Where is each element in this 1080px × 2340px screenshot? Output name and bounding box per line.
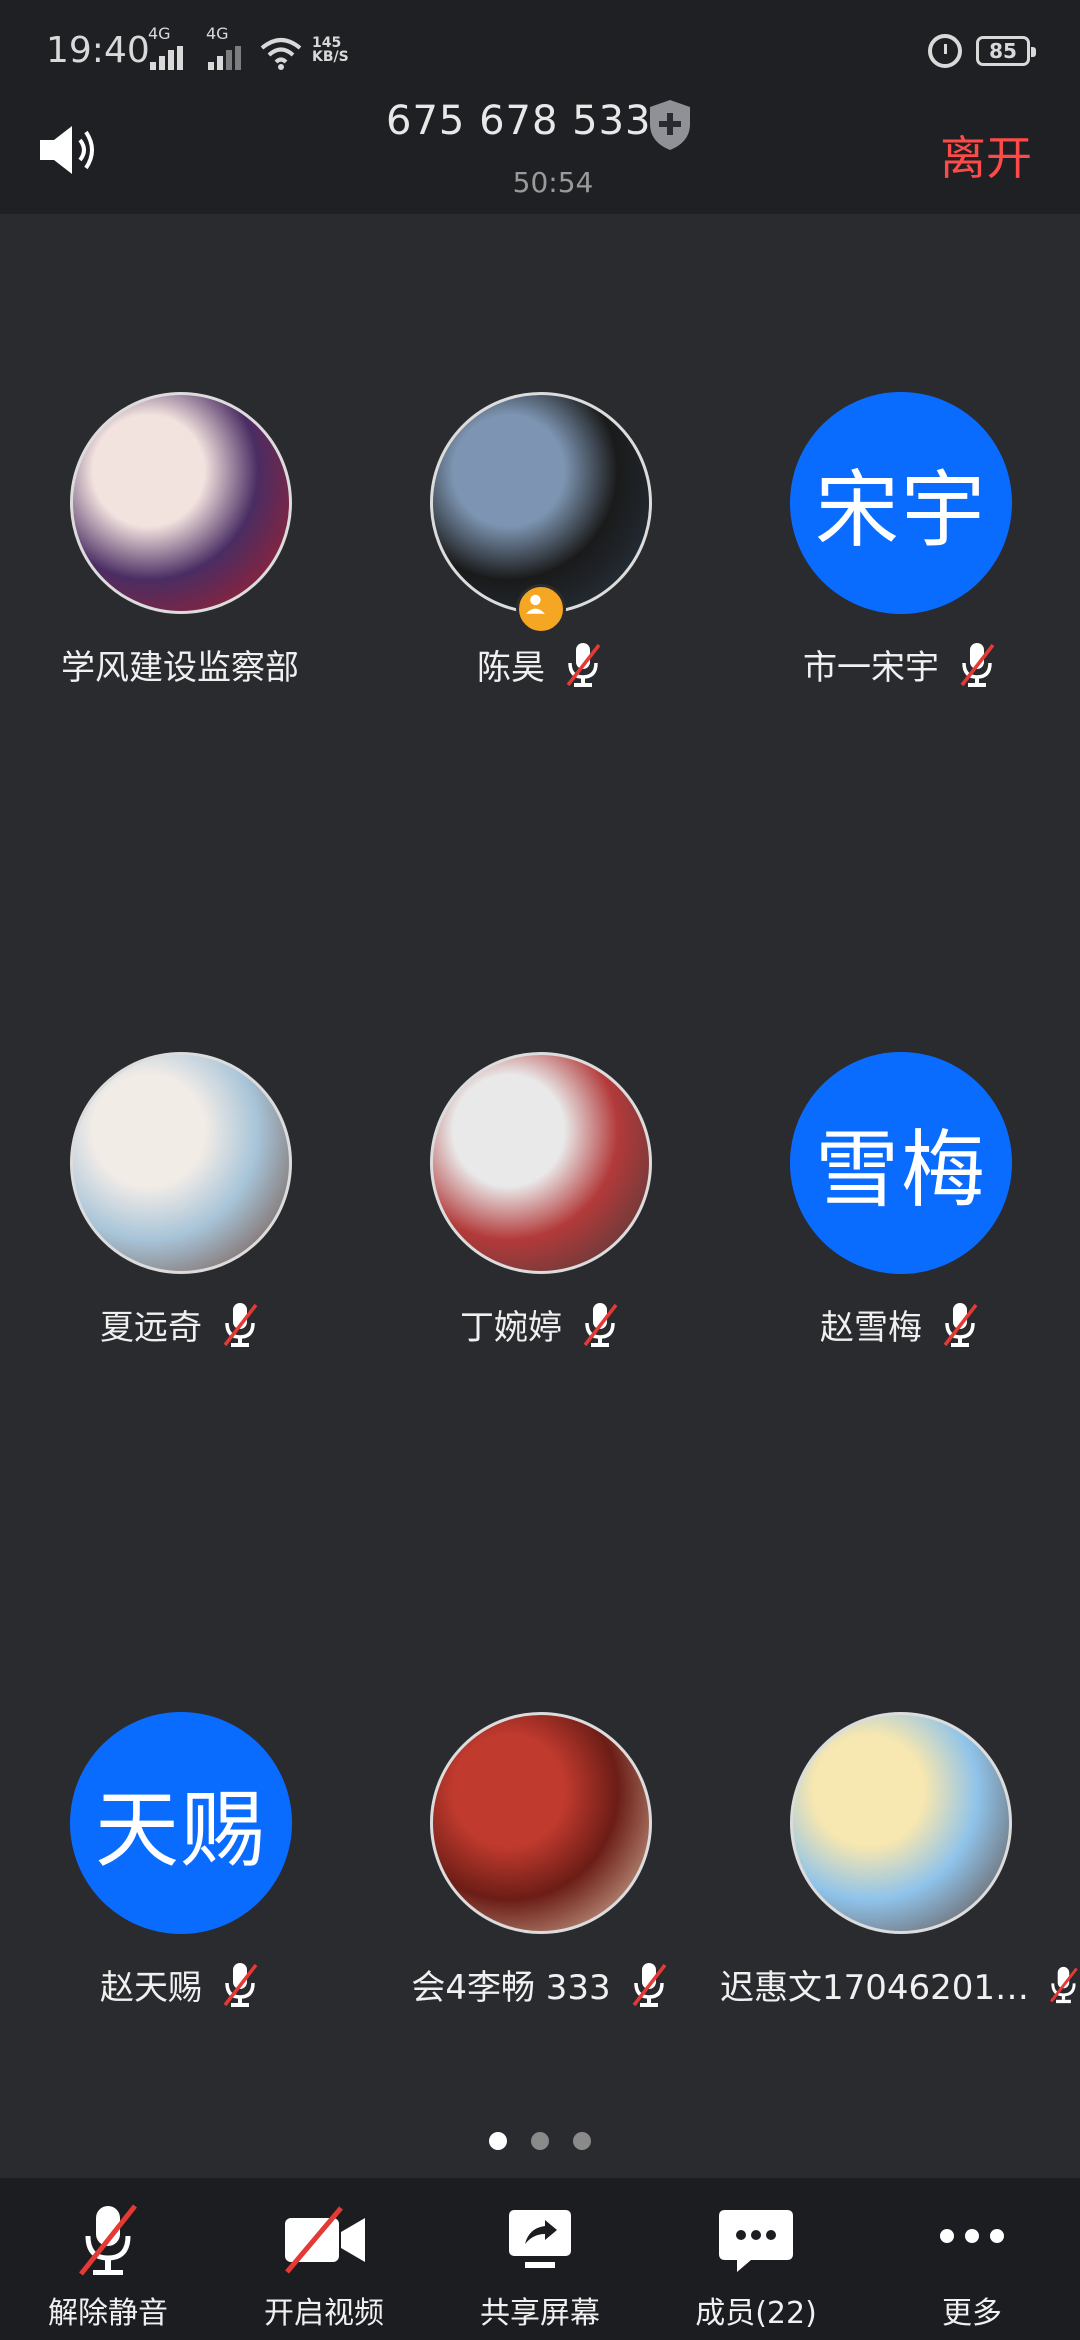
mic-muted-icon xyxy=(583,1302,618,1347)
signal-icon xyxy=(208,46,241,70)
participant-name-row: 丁婉婷 xyxy=(360,1300,720,1349)
meeting-id[interactable]: 675 678 533 xyxy=(386,98,651,144)
start-video-button[interactable]: 开启视频 xyxy=(216,2178,432,2340)
participant-name: 市一宋宇 xyxy=(803,648,939,688)
speed-unit: KB/S xyxy=(312,49,349,65)
participant-tile[interactable]: 天赐赵天赐 xyxy=(0,1712,360,2042)
participant-name: 迟惠文17046201… xyxy=(720,1968,1030,2008)
participant-name: 陈昊 xyxy=(477,648,545,688)
mic-muted-icon xyxy=(566,642,601,687)
participant-tile[interactable]: 学风建设监察部 xyxy=(0,392,360,722)
participant-name: 丁婉婷 xyxy=(460,1308,562,1348)
unmute-label: 解除静音 xyxy=(48,2296,168,2331)
avatar[interactable] xyxy=(790,1712,1012,1934)
participant-name-row: 赵雪梅 xyxy=(720,1300,1080,1349)
mic-muted-icon xyxy=(960,642,995,687)
network-speed: 145 KB/S xyxy=(312,36,349,64)
mic-muted-icon xyxy=(943,1302,978,1347)
participant-name: 赵雪梅 xyxy=(820,1308,922,1348)
participant-tile[interactable]: 夏远奇 xyxy=(0,1052,360,1382)
meeting-header: 675 678 533 50:54 离开 xyxy=(0,84,1080,214)
avatar[interactable]: 宋宇 xyxy=(790,392,1012,614)
mic-muted-icon xyxy=(1050,1966,1078,2003)
network-type-2: 4G xyxy=(206,24,229,43)
participant-name-row: 市一宋宇 xyxy=(720,640,1080,689)
members-label: 成员(22) xyxy=(695,2296,817,2331)
mic-muted-icon xyxy=(79,2204,137,2276)
avatar[interactable]: 天赐 xyxy=(70,1712,292,1934)
participant-name: 会4李畅 333 xyxy=(411,1968,611,2008)
participant-tile[interactable]: 会4李畅 333 xyxy=(360,1712,720,2042)
video-off-icon xyxy=(285,2206,365,2274)
page-dot[interactable] xyxy=(573,2132,591,2150)
leave-button[interactable]: 离开 xyxy=(940,122,1032,188)
alarm-icon xyxy=(928,34,962,68)
more-button[interactable]: 更多 xyxy=(864,2178,1080,2340)
status-time: 19:40 xyxy=(46,30,150,71)
avatar[interactable]: 雪梅 xyxy=(790,1052,1012,1274)
participant-name-row: 学风建设监察部 xyxy=(0,640,360,689)
avatar[interactable] xyxy=(70,392,292,614)
more-dots-icon xyxy=(940,2229,1004,2243)
status-bar: 19:40 4G 4G 145 KB/S 85 xyxy=(0,0,1080,84)
share-screen-icon xyxy=(509,2210,571,2268)
participant-name: 学风建设监察部 xyxy=(61,648,299,688)
share-screen-button[interactable]: 共享屏幕 xyxy=(432,2178,648,2340)
chat-members-icon xyxy=(719,2210,793,2272)
participant-name-row: 会4李畅 333 xyxy=(360,1960,720,2009)
participant-name-row: 夏远奇 xyxy=(0,1300,360,1349)
bottom-toolbar: 解除静音 开启视频 共享屏幕 成员(22) 更多 xyxy=(0,2178,1080,2340)
mic-muted-icon xyxy=(223,1302,258,1347)
more-label: 更多 xyxy=(942,2296,1002,2331)
participant-name: 赵天赐 xyxy=(100,1968,202,2008)
participant-name-row: 迟惠文17046201… xyxy=(720,1960,1080,2009)
signal-icon xyxy=(150,46,183,70)
start-video-label: 开启视频 xyxy=(264,2296,384,2331)
mic-muted-icon xyxy=(223,1962,258,2007)
participant-name-row: 陈昊 xyxy=(360,640,720,689)
meeting-duration: 50:54 xyxy=(512,166,594,199)
avatar-initials: 雪梅 xyxy=(814,1120,987,1219)
avatar[interactable] xyxy=(430,392,652,614)
unmute-button[interactable]: 解除静音 xyxy=(0,2178,216,2340)
participant-tile[interactable]: 陈昊 xyxy=(360,392,720,722)
avatar-initials: 天赐 xyxy=(94,1780,267,1879)
participant-name-row: 赵天赐 xyxy=(0,1960,360,2009)
speed-value: 145 xyxy=(312,35,342,51)
participant-tile[interactable]: 宋宇市一宋宇 xyxy=(720,392,1080,722)
avatar[interactable] xyxy=(430,1712,652,1934)
participant-tile[interactable]: 雪梅赵雪梅 xyxy=(720,1052,1080,1382)
page-dot[interactable] xyxy=(531,2132,549,2150)
participant-name: 夏远奇 xyxy=(100,1308,202,1348)
security-shield-icon[interactable] xyxy=(646,98,694,152)
participant-tile[interactable]: 丁婉婷 xyxy=(360,1052,720,1382)
share-screen-label: 共享屏幕 xyxy=(480,2296,600,2331)
avatar-initials: 宋宇 xyxy=(814,460,987,559)
participant-tile[interactable]: 迟惠文17046201… xyxy=(720,1712,1080,2042)
avatar[interactable] xyxy=(430,1052,652,1274)
wifi-icon xyxy=(260,38,302,70)
page-dot[interactable] xyxy=(489,2132,507,2150)
avatar[interactable] xyxy=(70,1052,292,1274)
battery-icon: 85 xyxy=(976,36,1036,66)
members-button[interactable]: 成员(22) xyxy=(648,2178,864,2340)
mic-muted-icon xyxy=(632,1962,667,2007)
page-indicator xyxy=(0,2132,1080,2150)
host-badge-icon xyxy=(516,584,566,634)
network-type-1: 4G xyxy=(148,24,171,43)
